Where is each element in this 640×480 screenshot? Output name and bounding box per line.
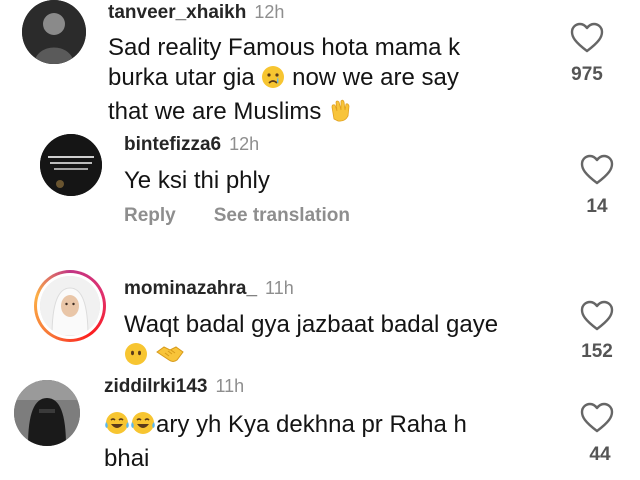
like-heart-icon[interactable] xyxy=(570,22,606,56)
like-heart-icon[interactable] xyxy=(580,154,616,188)
comment-item: ziddilrki143 11h ary yh Kya dekhna pr Rah… xyxy=(0,372,640,480)
comment-time: 12h xyxy=(254,2,285,22)
username-text[interactable]: ziddilrki143 xyxy=(104,376,208,397)
like-count: 44 xyxy=(589,444,611,465)
comment-text-line: Ye ksi thi phly xyxy=(124,167,270,194)
comment-text-line: bhai xyxy=(104,445,150,472)
comment-text-segment: that we are Muslims xyxy=(108,98,322,125)
comment-time: 12h xyxy=(229,134,260,154)
comment-time: 11h xyxy=(215,376,245,396)
comment-item: tanveer_xhaikh 12h Sad reality Famous hot… xyxy=(0,0,640,130)
like-count: 14 xyxy=(586,196,608,217)
avatar[interactable] xyxy=(14,380,80,446)
comment-username[interactable]: mominazahra_ 11h xyxy=(124,278,294,300)
comment-time: 11h xyxy=(265,278,294,298)
comment-username[interactable]: tanveer_xhaikh 12h xyxy=(108,2,284,24)
no-mouth-face-emoji-icon xyxy=(124,342,148,374)
comment-text-line xyxy=(124,340,498,374)
comment-text-segment: now we are say xyxy=(292,64,459,91)
comment-item: bintefizza6 12h Ye ksi thi phly Reply See … xyxy=(0,130,640,260)
comment-text-line: Sad reality Famous hota mama k xyxy=(108,34,461,61)
see-translation-button[interactable]: See translation xyxy=(214,205,350,226)
comment-text-line: Waqt badal gya jazbaat badal gaye xyxy=(124,311,499,338)
tears-of-joy-emoji-icon xyxy=(104,410,130,444)
tears-of-joy-emoji-icon xyxy=(130,410,156,444)
comment-text: Ye ksi thi phly xyxy=(124,166,270,196)
avatar[interactable] xyxy=(22,0,86,64)
comment-text-segment: burka utar gia xyxy=(108,64,255,91)
username-text[interactable]: bintefizza6 xyxy=(124,134,221,155)
comment-username[interactable]: ziddilrki143 11h xyxy=(104,376,244,398)
like-count: 975 xyxy=(571,64,603,85)
username-text[interactable]: mominazahra_ xyxy=(124,278,257,299)
comment-text-line: burka utar gia now we are say xyxy=(108,63,460,97)
avatar-with-story-ring[interactable] xyxy=(34,270,106,342)
comment-actions: Reply See translation xyxy=(124,205,388,227)
comment-text: Sad reality Famous hota mama k burka uta… xyxy=(108,33,460,131)
crying-face-emoji-icon xyxy=(261,65,285,97)
comment-text-line: that we are Muslims xyxy=(108,97,460,131)
comment-text: ary yh Kya dekhna pr Raha h bhai xyxy=(104,410,467,474)
comment-username[interactable]: bintefizza6 12h xyxy=(124,134,259,156)
comment-text: Waqt badal gya jazbaat badal gaye xyxy=(124,310,498,374)
comment-text-line: ary yh Kya dekhna pr Raha h xyxy=(104,410,467,444)
like-count: 152 xyxy=(581,341,613,362)
reply-button[interactable]: Reply xyxy=(124,205,176,226)
handshake-emoji-icon xyxy=(155,342,185,374)
like-heart-icon[interactable] xyxy=(580,402,616,436)
comment-text-segment: ary yh Kya dekhna pr Raha h xyxy=(156,411,467,438)
avatar[interactable] xyxy=(40,134,102,196)
username-text[interactable]: tanveer_xhaikh xyxy=(108,2,246,23)
like-heart-icon[interactable] xyxy=(580,300,616,334)
comment-item: mominazahra_ 11h Waqt badal gya jazbaat b… xyxy=(0,268,640,368)
clapping-hands-emoji-icon xyxy=(328,97,354,131)
